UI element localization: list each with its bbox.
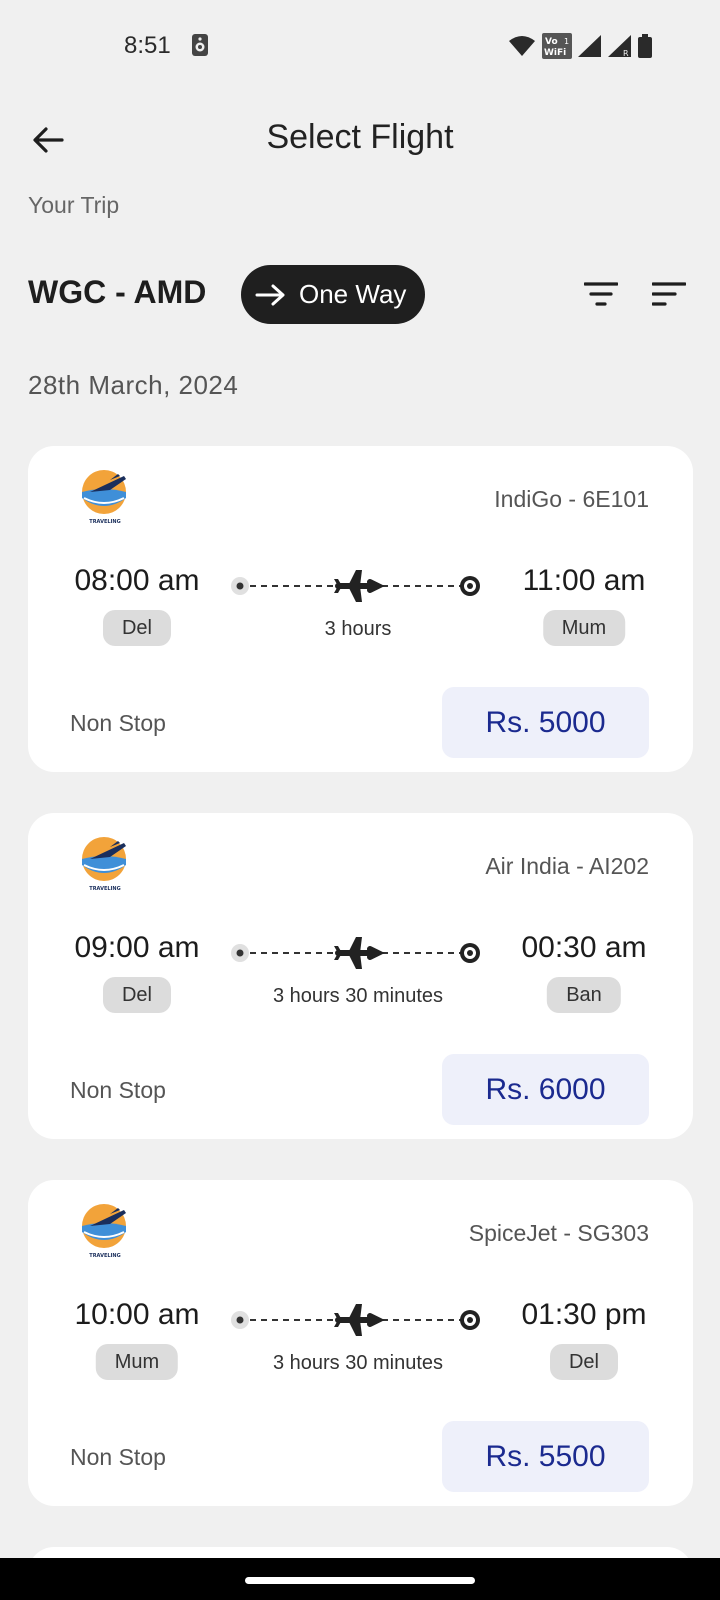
filter-icon xyxy=(584,282,618,306)
travel-date: 28th March, 2024 xyxy=(28,370,239,400)
arrival-code: Ban xyxy=(547,977,621,1013)
airline-name: SpiceJet - SG303 xyxy=(468,1220,649,1246)
home-gesture-handle[interactable] xyxy=(245,1577,475,1584)
trip-type-button[interactable]: One Way xyxy=(241,265,425,324)
logo-caption: TRAVELING xyxy=(89,519,120,525)
airplane-icon xyxy=(334,937,385,969)
battery-icon xyxy=(638,34,652,58)
vowifi-text-top: Vo xyxy=(545,37,558,47)
vowifi-text-bottom: WiFi xyxy=(544,48,566,58)
airplane-icon xyxy=(334,1304,385,1336)
arrival-time: 11:00 am xyxy=(522,564,646,597)
price-button[interactable]: Rs. 5500 xyxy=(442,1421,649,1492)
flight-card[interactable]: TRAVELING SpiceJet - SG303 10:00 am Mum … xyxy=(28,1180,693,1506)
filter-button[interactable] xyxy=(580,275,622,313)
stops-label: Non Stop xyxy=(70,1444,166,1470)
arrival-time: 01:30 pm xyxy=(521,1298,647,1331)
vowifi-icon: Vo 1 WiFi xyxy=(542,33,572,59)
sort-button[interactable] xyxy=(648,275,690,313)
departure-time: 09:00 am xyxy=(74,931,200,964)
departure-code: Del xyxy=(102,610,172,646)
flight-card[interactable]: TRAVELING IndiGo - 6E101 08:00 am Del 3 … xyxy=(28,446,693,772)
airplane-icon xyxy=(334,570,385,602)
status-bar: 8:51 Vo 1 WiFi R xyxy=(0,0,720,90)
departure-code: Mum xyxy=(95,1344,179,1380)
flight-card[interactable]: TRAVELING Air India - AI202 09:00 am Del… xyxy=(28,813,693,1139)
page-title: Select Flight xyxy=(266,118,454,156)
airline-logo-icon: TRAVELING xyxy=(82,470,126,525)
departure-time: 10:00 am xyxy=(74,1298,200,1331)
flight-path xyxy=(231,570,480,602)
airline-logo-icon: TRAVELING xyxy=(82,1204,126,1259)
route-title: WGC - AMD xyxy=(28,274,207,310)
price-button[interactable]: Rs. 6000 xyxy=(442,1054,649,1125)
stops-label: Non Stop xyxy=(70,710,166,736)
vowifi-text-sub: 1 xyxy=(564,37,569,46)
arrival-code: Del xyxy=(549,1344,619,1380)
flight-duration: 3 hours 30 minutes xyxy=(272,1352,444,1374)
flight-duration: 3 hours xyxy=(324,618,392,640)
arrival-code: Mum xyxy=(542,610,626,646)
trip-type-label: One Way xyxy=(299,279,407,309)
wifi-icon xyxy=(509,36,535,56)
airline-name: Air India - AI202 xyxy=(485,853,649,879)
cast-icon xyxy=(192,34,208,56)
logo-caption: TRAVELING xyxy=(89,1253,120,1259)
airline-logo-icon: TRAVELING xyxy=(82,837,126,892)
flight-path xyxy=(231,1304,480,1336)
price-button[interactable]: Rs. 5000 xyxy=(442,687,649,758)
arrow-right-icon xyxy=(255,284,285,305)
roaming-badge: R xyxy=(623,49,629,57)
status-time: 8:51 xyxy=(124,32,171,59)
departure-time: 08:00 am xyxy=(74,564,200,597)
sort-icon xyxy=(652,282,686,306)
departure-code: Del xyxy=(102,977,172,1013)
signal-icon xyxy=(578,35,601,57)
stops-label: Non Stop xyxy=(70,1077,166,1103)
trip-label: Your Trip xyxy=(28,192,120,218)
flight-path xyxy=(231,937,480,969)
signal-roaming-icon: R xyxy=(608,35,631,57)
flight-duration: 3 hours 30 minutes xyxy=(272,985,444,1007)
status-icons: Vo 1 WiFi R xyxy=(508,32,652,60)
logo-caption: TRAVELING xyxy=(89,886,120,892)
airline-name: IndiGo - 6E101 xyxy=(494,486,649,512)
arrival-time: 00:30 am xyxy=(521,931,647,964)
